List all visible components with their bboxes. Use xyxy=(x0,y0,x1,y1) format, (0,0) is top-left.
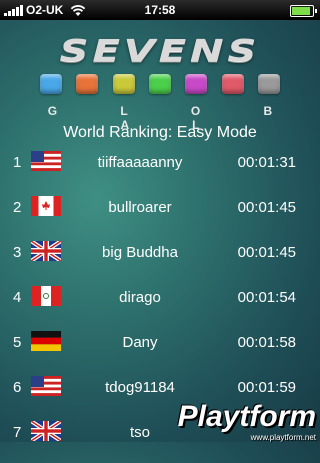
player-name: dirago xyxy=(119,289,161,306)
rank-number: 2 xyxy=(13,199,22,216)
de-flag-icon xyxy=(31,331,61,351)
color-tiles xyxy=(40,74,280,98)
tile-icon xyxy=(112,74,135,94)
player-time: 00:01:54 xyxy=(237,289,296,306)
tile-icon xyxy=(221,74,244,94)
rank-number: 6 xyxy=(13,379,22,396)
rank-number: 3 xyxy=(13,244,22,261)
ranking-row: 1 tiiffaaaaanny 00:01:31 xyxy=(0,148,320,193)
tile-icon xyxy=(40,74,62,94)
pe-flag-icon xyxy=(31,286,61,306)
us-flag-icon xyxy=(31,376,61,396)
ranking-row: 5 Dany 00:01:58 xyxy=(0,328,320,373)
us-flag-icon xyxy=(31,151,61,171)
player-name: big Buddha xyxy=(102,244,178,261)
rank-number: 1 xyxy=(13,154,22,171)
player-name: bullroarer xyxy=(108,199,172,216)
player-name: tiiffaaaaanny xyxy=(97,154,183,171)
ranking-row: 4 dirago 00:01:54 xyxy=(0,283,320,328)
status-bar: O2-UK 17:58 xyxy=(0,0,320,20)
tile-icon xyxy=(76,74,99,94)
ranking-row: 2 bullroarer 00:01:45 xyxy=(0,193,320,238)
player-time: 00:01:45 xyxy=(237,244,296,261)
battery-icon xyxy=(290,5,317,17)
player-time: 00:01:58 xyxy=(237,334,296,351)
player-name: Dany xyxy=(122,334,158,351)
tile-icon xyxy=(185,74,208,94)
gb-flag-icon xyxy=(31,241,61,261)
player-time: 00:01:31 xyxy=(237,154,296,171)
page-title: World Ranking: Easy Mode xyxy=(63,124,257,141)
app-logo: SEVENS xyxy=(59,33,261,69)
watermark-url: www.playtform.net xyxy=(250,433,316,442)
player-time: 00:01:59 xyxy=(237,379,296,396)
rank-number: 4 xyxy=(13,289,22,306)
clock: 17:58 xyxy=(144,3,176,17)
watermark-logo: Playtform xyxy=(177,400,316,433)
ca-flag-icon xyxy=(31,196,61,216)
player-name: tdog91184 xyxy=(105,379,175,396)
player-time: 00:01:45 xyxy=(237,199,296,216)
tile-icon xyxy=(148,74,171,94)
gb-flag-icon xyxy=(31,421,61,441)
ranking-row: 3 big Buddha 00:01:45 xyxy=(0,238,320,283)
rank-number: 5 xyxy=(13,334,22,351)
rank-number: 7 xyxy=(13,424,22,441)
tile-icon xyxy=(257,74,280,94)
